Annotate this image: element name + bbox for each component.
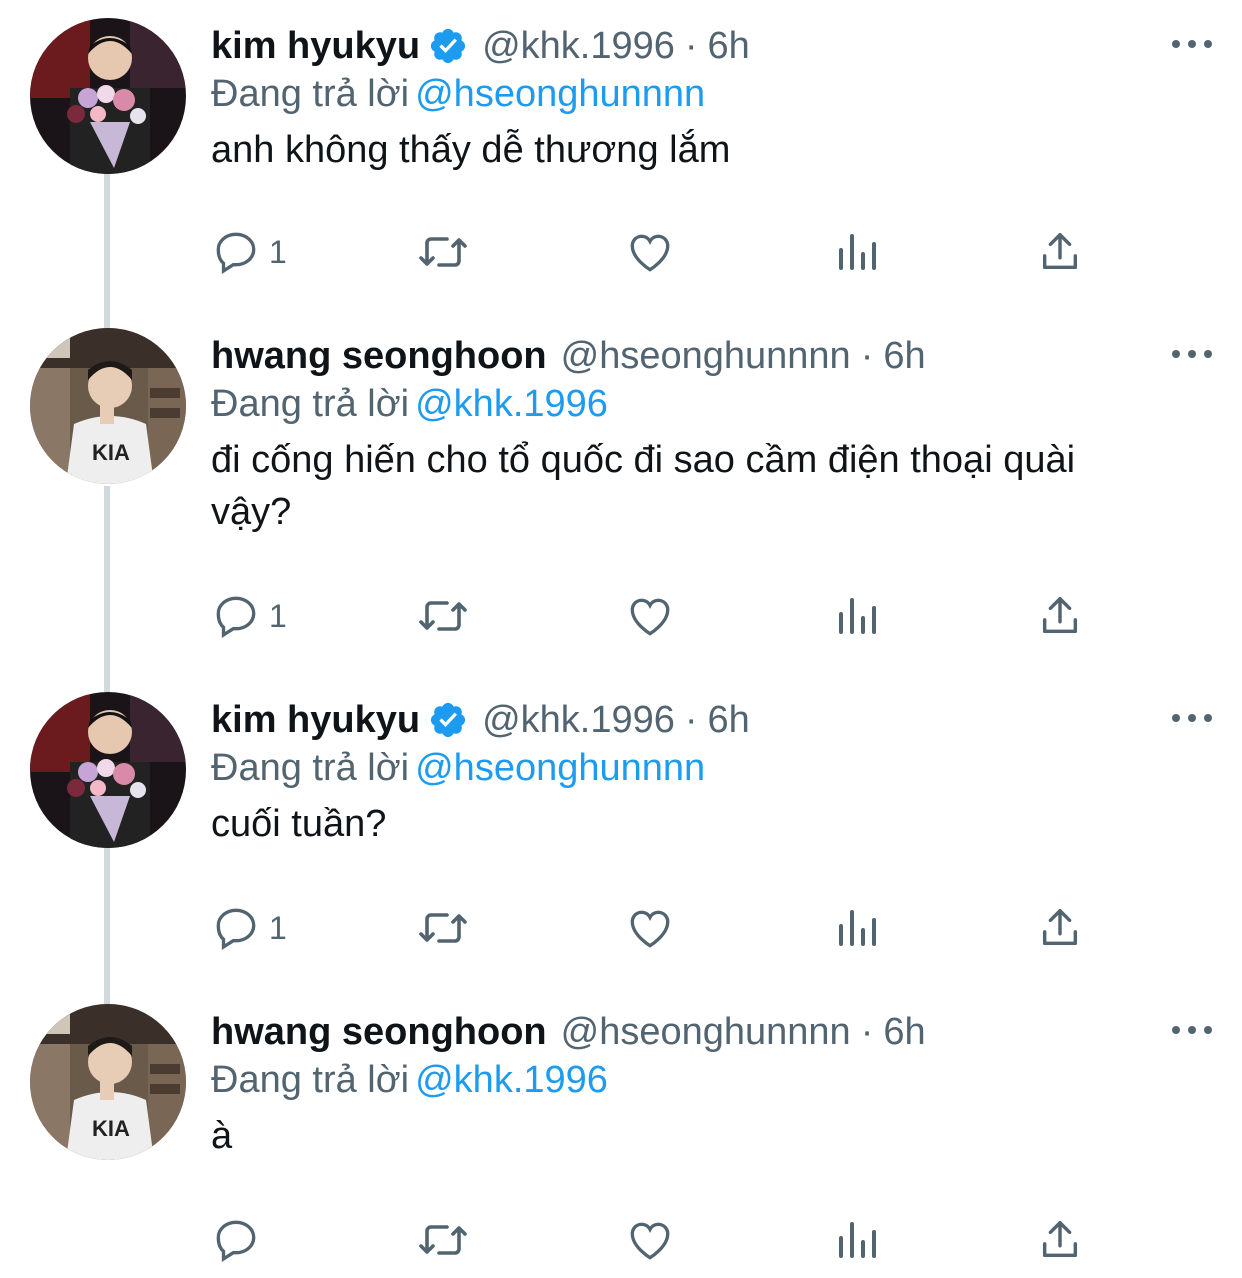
retweet-icon	[415, 1215, 471, 1265]
reply-icon	[211, 227, 261, 277]
timestamp[interactable]: 6h	[708, 22, 750, 70]
reply-mention[interactable]: @khk.1996	[415, 383, 608, 425]
avatar[interactable]: KIA	[30, 328, 186, 484]
reply-mention[interactable]: @hseonghunnnn	[415, 73, 705, 115]
author-name[interactable]: kim hyukyu	[211, 696, 420, 744]
reply-context: Đang trả lời @hseonghunnnn	[211, 70, 705, 118]
like-button[interactable]	[625, 1210, 675, 1270]
share-icon	[1037, 1215, 1083, 1265]
retweet-button[interactable]	[415, 222, 471, 282]
views-button[interactable]	[835, 1210, 879, 1270]
reply-context: Đang trả lời @khk.1996	[211, 380, 608, 428]
author-handle[interactable]: @hseonghunnnn	[561, 332, 851, 380]
more-icon[interactable]	[1172, 1020, 1212, 1040]
analytics-icon	[835, 903, 879, 953]
verified-badge-icon	[428, 26, 468, 66]
tweet-text: cuối tuần?	[211, 803, 387, 845]
share-icon	[1037, 903, 1083, 953]
svg-text:KIA: KIA	[92, 1116, 130, 1141]
action-bar: 1	[211, 898, 1111, 958]
share-icon	[1037, 227, 1083, 277]
retweet-button[interactable]	[415, 586, 471, 646]
reply-count: 1	[269, 909, 287, 946]
reply-count: 1	[269, 233, 287, 270]
share-button[interactable]	[1037, 222, 1083, 282]
tweet-text: đi cống hiến cho tổ quốc đi sao cầm điện…	[211, 439, 1076, 533]
svg-text:KIA: KIA	[92, 440, 130, 465]
heart-icon	[625, 903, 675, 953]
reply-button[interactable]: 1	[211, 586, 287, 646]
reply-context: Đang trả lời @khk.1996	[211, 1056, 608, 1104]
reply-icon	[211, 591, 261, 641]
avatar[interactable]: KIA	[30, 1004, 186, 1160]
reply-button[interactable]: 1	[211, 898, 287, 958]
reply-context: Đang trả lời @hseonghunnnn	[211, 744, 705, 792]
thread-line	[104, 172, 110, 328]
share-button[interactable]	[1037, 586, 1083, 646]
retweet-button[interactable]	[415, 898, 471, 958]
reply-button[interactable]	[211, 1210, 269, 1270]
author-name[interactable]: hwang seonghoon	[211, 1008, 547, 1056]
like-button[interactable]	[625, 898, 675, 958]
share-icon	[1037, 591, 1083, 641]
views-button[interactable]	[835, 586, 879, 646]
tweet-text: à	[211, 1115, 233, 1157]
heart-icon	[625, 227, 675, 277]
reply-icon	[211, 903, 261, 953]
analytics-icon	[835, 227, 879, 277]
reply-mention[interactable]: @hseonghunnnn	[415, 747, 705, 789]
tweet-text: anh không thấy dễ thương lắm	[211, 129, 731, 171]
timestamp[interactable]: 6h	[883, 332, 925, 380]
heart-icon	[625, 591, 675, 641]
more-icon[interactable]	[1172, 708, 1212, 728]
views-button[interactable]	[835, 898, 879, 958]
reply-count: 1	[269, 597, 287, 634]
action-bar: 1	[211, 222, 1111, 282]
retweet-icon	[415, 227, 471, 277]
more-icon[interactable]	[1172, 34, 1212, 54]
action-bar	[211, 1210, 1111, 1270]
verified-badge-icon	[428, 700, 468, 740]
thread-line	[104, 848, 110, 1004]
action-bar: 1	[211, 586, 1111, 646]
heart-icon	[625, 1215, 675, 1265]
retweet-icon	[415, 903, 471, 953]
timestamp[interactable]: 6h	[883, 1008, 925, 1056]
share-button[interactable]	[1037, 1210, 1083, 1270]
retweet-icon	[415, 591, 471, 641]
analytics-icon	[835, 1215, 879, 1265]
timestamp[interactable]: 6h	[708, 696, 750, 744]
reply-label: Đang trả lời	[211, 1059, 410, 1101]
separator: ·	[684, 25, 698, 67]
retweet-button[interactable]	[415, 1210, 471, 1270]
avatar[interactable]	[30, 692, 186, 848]
thread-line	[104, 486, 110, 692]
reply-label: Đang trả lời	[211, 383, 410, 425]
reply-button[interactable]: 1	[211, 222, 287, 282]
more-icon[interactable]	[1172, 344, 1212, 364]
author-name[interactable]: kim hyukyu	[211, 22, 420, 70]
views-button[interactable]	[835, 222, 879, 282]
reply-mention[interactable]: @khk.1996	[415, 1059, 608, 1101]
author-handle[interactable]: @khk.1996	[482, 22, 675, 70]
separator: ·	[860, 335, 874, 377]
author-name[interactable]: hwang seonghoon	[211, 332, 547, 380]
reply-icon	[211, 1215, 261, 1265]
author-handle[interactable]: @hseonghunnnn	[561, 1008, 851, 1056]
like-button[interactable]	[625, 222, 675, 282]
analytics-icon	[835, 591, 879, 641]
share-button[interactable]	[1037, 898, 1083, 958]
author-handle[interactable]: @khk.1996	[482, 696, 675, 744]
reply-label: Đang trả lời	[211, 73, 410, 115]
separator: ·	[860, 1011, 874, 1053]
separator: ·	[684, 699, 698, 741]
reply-label: Đang trả lời	[211, 747, 410, 789]
avatar[interactable]	[30, 18, 186, 174]
like-button[interactable]	[625, 586, 675, 646]
